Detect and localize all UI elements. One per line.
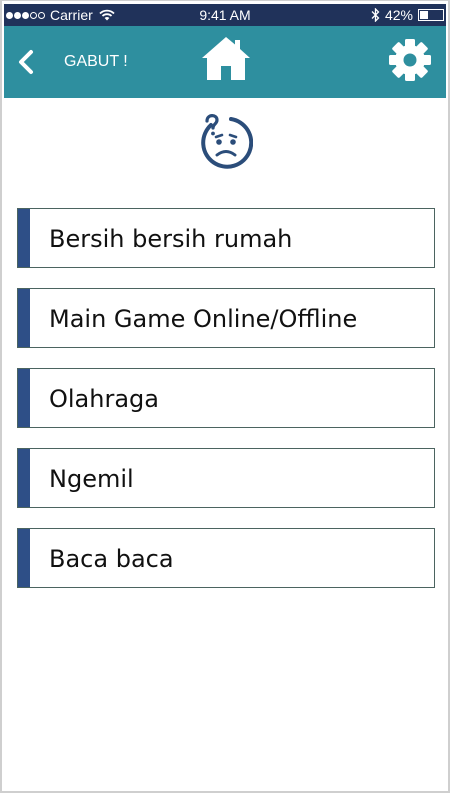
- confused-face-icon: [201, 114, 253, 169]
- list-item-accent: [18, 289, 30, 347]
- list-item-accent: [18, 529, 30, 587]
- list-item-label: Main Game Online/Offline: [49, 305, 358, 333]
- status-right: 42%: [371, 7, 444, 23]
- back-button[interactable]: [14, 48, 40, 76]
- battery-percent: 42%: [384, 7, 413, 23]
- list-item-label: Baca baca: [49, 545, 174, 573]
- page-title: GABUT !: [64, 53, 128, 70]
- status-bar: Carrier 9:41 AM 42%: [4, 4, 446, 26]
- list-item-label: Olahraga: [49, 385, 159, 413]
- bluetooth-icon: [371, 8, 380, 22]
- battery-icon: [418, 9, 444, 21]
- app-header: GABUT !: [4, 26, 446, 98]
- battery-fill: [420, 11, 429, 19]
- home-icon: [202, 37, 250, 80]
- settings-button[interactable]: [388, 38, 432, 82]
- home-button[interactable]: [200, 34, 252, 84]
- list-item[interactable]: Ngemil: [17, 448, 435, 508]
- list-item-label: Bersih bersih rumah: [49, 225, 293, 253]
- list-item-accent: [18, 449, 30, 507]
- list-item[interactable]: Olahraga: [17, 368, 435, 428]
- list-item-label: Ngemil: [49, 465, 134, 493]
- phone-screen: Carrier 9:41 AM 42% GABUT ! Bersih bersi…: [0, 0, 450, 793]
- list-item[interactable]: Bersih bersih rumah: [17, 208, 435, 268]
- list-item[interactable]: Baca baca: [17, 528, 435, 588]
- list-item-accent: [18, 369, 30, 427]
- gear-icon: [389, 39, 431, 81]
- list-item[interactable]: Main Game Online/Offline: [17, 288, 435, 348]
- list-item-accent: [18, 209, 30, 267]
- chevron-left-icon: [19, 50, 33, 74]
- activity-list: Bersih bersih rumah Main Game Online/Off…: [17, 208, 435, 608]
